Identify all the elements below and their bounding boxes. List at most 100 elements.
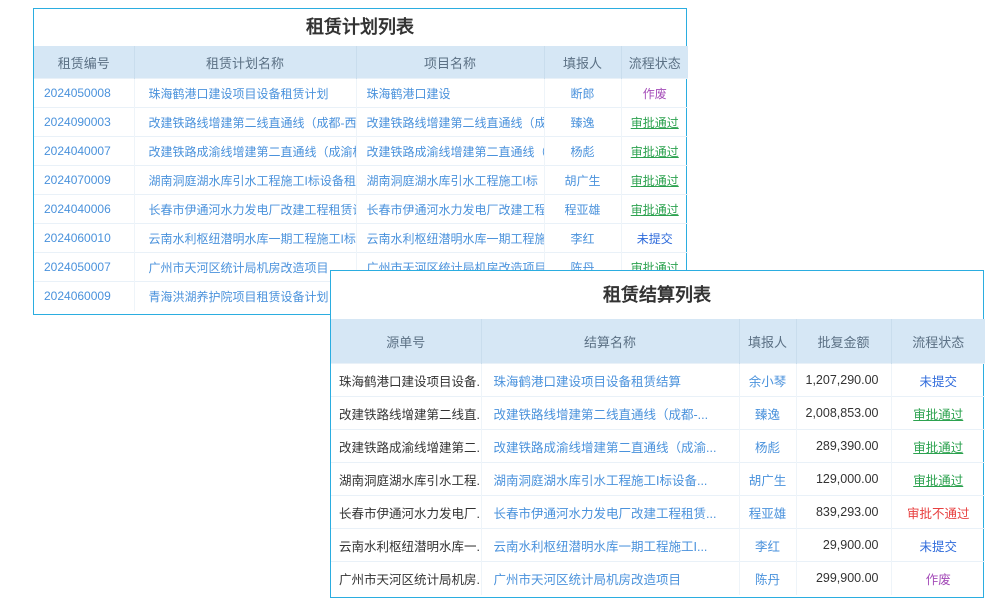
reporter-link[interactable]: 李红 xyxy=(739,529,796,562)
approved-amount-cell: 29,900.00 xyxy=(796,529,891,562)
project-name-link[interactable]: 云南水利枢纽潜明水库一期工程施工I标 xyxy=(356,224,544,253)
plan-table-row: 2024090003 改建铁路线增建第二线直通线（成都-西安... 改建铁路线增… xyxy=(34,108,688,137)
plan-name-link[interactable]: 湖南洞庭湖水库引水工程施工I标设备租赁... xyxy=(134,166,356,195)
plan-table-row: 2024040007 改建铁路成渝线增建第二直通线（成渝枢... 改建铁路成渝线… xyxy=(34,137,688,166)
settlement-table-row: 长春市伊通河水力发电厂... 长春市伊通河水力发电厂改建工程租赁... 程亚雄 … xyxy=(331,496,985,529)
project-name-link[interactable]: 湖南洞庭湖水库引水工程施工I标 xyxy=(356,166,544,195)
flow-status-label: 未提交 xyxy=(891,529,985,562)
column-header-flow-status: 流程状态 xyxy=(891,319,985,364)
plan-code-link[interactable]: 2024040006 xyxy=(34,195,134,224)
settlement-table-row: 湖南洞庭湖水库引水工程... 湖南洞庭湖水库引水工程施工I标设备... 胡广生 … xyxy=(331,463,985,496)
reporter-link[interactable]: 余小琴 xyxy=(739,364,796,397)
plan-table-row: 2024040006 长春市伊通河水力发电厂改建工程租赁设... 长春市伊通河水… xyxy=(34,195,688,224)
flow-status-label[interactable]: 审批通过 xyxy=(891,463,985,496)
column-header-plan-code: 租赁编号 xyxy=(34,46,134,79)
rental-plan-list-title: 租赁计划列表 xyxy=(34,9,686,46)
plan-code-link[interactable]: 2024060010 xyxy=(34,224,134,253)
flow-status-label[interactable]: 审批通过 xyxy=(621,195,688,224)
settlement-table-row: 改建铁路线增建第二线直... 改建铁路线增建第二线直通线（成都-... 臻逸 2… xyxy=(331,397,985,430)
source-code-cell: 湖南洞庭湖水库引水工程... xyxy=(331,463,481,496)
source-code-cell: 改建铁路线增建第二线直... xyxy=(331,397,481,430)
flow-status-label: 作废 xyxy=(891,562,985,595)
flow-status-label[interactable]: 审批通过 xyxy=(621,108,688,137)
column-header-flow-status: 流程状态 xyxy=(621,46,688,79)
flow-status-label: 作废 xyxy=(621,79,688,108)
plan-table-header-row: 租赁编号 租赁计划名称 项目名称 填报人 流程状态 xyxy=(34,46,688,79)
approved-amount-cell: 289,390.00 xyxy=(796,430,891,463)
project-name-link[interactable]: 改建铁路成渝线增建第二直通线（成... xyxy=(356,137,544,166)
settlement-table-row: 改建铁路成渝线增建第二... 改建铁路成渝线增建第二直通线（成渝... 杨彪 2… xyxy=(331,430,985,463)
reporter-link[interactable]: 断郎 xyxy=(544,79,621,108)
settlement-name-link[interactable]: 珠海鹤港口建设项目设备租赁结算 xyxy=(481,364,739,397)
flow-status-label[interactable]: 审批通过 xyxy=(621,137,688,166)
column-header-reporter: 填报人 xyxy=(544,46,621,79)
settlement-name-link[interactable]: 广州市天河区统计局机房改造项目 xyxy=(481,562,739,595)
settlement-name-link[interactable]: 长春市伊通河水力发电厂改建工程租赁... xyxy=(481,496,739,529)
plan-name-link[interactable]: 改建铁路成渝线增建第二直通线（成渝枢... xyxy=(134,137,356,166)
approved-amount-cell: 839,293.00 xyxy=(796,496,891,529)
plan-table-row: 2024060010 云南水利枢纽潜明水库一期工程施工I标租... 云南水利枢纽… xyxy=(34,224,688,253)
source-code-cell: 长春市伊通河水力发电厂... xyxy=(331,496,481,529)
approved-amount-cell: 299,900.00 xyxy=(796,562,891,595)
plan-table-row: 2024050008 珠海鹤港口建设项目设备租赁计划 珠海鹤港口建设 断郎 作废 xyxy=(34,79,688,108)
reporter-link[interactable]: 杨彪 xyxy=(739,430,796,463)
reporter-link[interactable]: 陈丹 xyxy=(739,562,796,595)
plan-code-link[interactable]: 2024090003 xyxy=(34,108,134,137)
reporter-link[interactable]: 程亚雄 xyxy=(544,195,621,224)
plan-name-link[interactable]: 广州市天河区统计局机房改造项目 xyxy=(134,253,356,282)
flow-status-label[interactable]: 审批通过 xyxy=(891,397,985,430)
column-header-settlement-name: 结算名称 xyxy=(481,319,739,364)
settlement-name-link[interactable]: 湖南洞庭湖水库引水工程施工I标设备... xyxy=(481,463,739,496)
flow-status-label: 未提交 xyxy=(621,224,688,253)
reporter-link[interactable]: 杨彪 xyxy=(544,137,621,166)
settlement-table-header-row: 源单号 结算名称 填报人 批复金额 流程状态 xyxy=(331,319,985,364)
settlement-name-link[interactable]: 云南水利枢纽潜明水库一期工程施工I... xyxy=(481,529,739,562)
plan-code-link[interactable]: 2024050007 xyxy=(34,253,134,282)
approved-amount-cell: 1,207,290.00 xyxy=(796,364,891,397)
flow-status-label[interactable]: 审批通过 xyxy=(891,430,985,463)
reporter-link[interactable]: 胡广生 xyxy=(739,463,796,496)
rental-settlement-list-card: 租赁结算列表 源单号 结算名称 填报人 批复金额 流程状态 珠海鹤港口建设项目设… xyxy=(330,270,984,598)
column-header-project-name: 项目名称 xyxy=(356,46,544,79)
reporter-link[interactable]: 程亚雄 xyxy=(739,496,796,529)
source-code-cell: 珠海鹤港口建设项目设备... xyxy=(331,364,481,397)
project-name-link[interactable]: 珠海鹤港口建设 xyxy=(356,79,544,108)
reporter-link[interactable]: 胡广生 xyxy=(544,166,621,195)
reporter-link[interactable]: 臻逸 xyxy=(544,108,621,137)
settlement-name-link[interactable]: 改建铁路线增建第二线直通线（成都-... xyxy=(481,397,739,430)
settlement-table-row: 珠海鹤港口建设项目设备... 珠海鹤港口建设项目设备租赁结算 余小琴 1,207… xyxy=(331,364,985,397)
flow-status-label: 审批不通过 xyxy=(891,496,985,529)
column-header-reporter: 填报人 xyxy=(739,319,796,364)
plan-code-link[interactable]: 2024040007 xyxy=(34,137,134,166)
plan-code-link[interactable]: 2024050008 xyxy=(34,79,134,108)
rental-plan-list-card: 租赁计划列表 租赁编号 租赁计划名称 项目名称 填报人 流程状态 2024050… xyxy=(33,8,687,315)
source-code-cell: 云南水利枢纽潜明水库一... xyxy=(331,529,481,562)
settlement-table-body: 珠海鹤港口建设项目设备... 珠海鹤港口建设项目设备租赁结算 余小琴 1,207… xyxy=(331,364,985,595)
plan-code-link[interactable]: 2024060009 xyxy=(34,282,134,311)
plan-name-link[interactable]: 青海洪湖养护院项目租赁设备计划 xyxy=(134,282,356,311)
approved-amount-cell: 129,000.00 xyxy=(796,463,891,496)
plan-table-row: 2024070009 湖南洞庭湖水库引水工程施工I标设备租赁... 湖南洞庭湖水… xyxy=(34,166,688,195)
source-code-cell: 广州市天河区统计局机房... xyxy=(331,562,481,595)
approved-amount-cell: 2,008,853.00 xyxy=(796,397,891,430)
settlement-table-row: 广州市天河区统计局机房... 广州市天河区统计局机房改造项目 陈丹 299,90… xyxy=(331,562,985,595)
plan-code-link[interactable]: 2024070009 xyxy=(34,166,134,195)
settlement-name-link[interactable]: 改建铁路成渝线增建第二直通线（成渝... xyxy=(481,430,739,463)
flow-status-label: 未提交 xyxy=(891,364,985,397)
plan-name-link[interactable]: 云南水利枢纽潜明水库一期工程施工I标租... xyxy=(134,224,356,253)
column-header-plan-name: 租赁计划名称 xyxy=(134,46,356,79)
page: { "plan_table": { "title": "租赁计划列表", "co… xyxy=(0,0,1000,600)
plan-name-link[interactable]: 长春市伊通河水力发电厂改建工程租赁设... xyxy=(134,195,356,224)
flow-status-label[interactable]: 审批通过 xyxy=(621,166,688,195)
project-name-link[interactable]: 长春市伊通河水力发电厂改建工程 xyxy=(356,195,544,224)
rental-settlement-table: 源单号 结算名称 填报人 批复金额 流程状态 珠海鹤港口建设项目设备... 珠海… xyxy=(331,319,985,595)
reporter-link[interactable]: 李红 xyxy=(544,224,621,253)
column-header-source-code: 源单号 xyxy=(331,319,481,364)
source-code-cell: 改建铁路成渝线增建第二... xyxy=(331,430,481,463)
settlement-table-row: 云南水利枢纽潜明水库一... 云南水利枢纽潜明水库一期工程施工I... 李红 2… xyxy=(331,529,985,562)
plan-name-link[interactable]: 珠海鹤港口建设项目设备租赁计划 xyxy=(134,79,356,108)
column-header-approved-amount: 批复金额 xyxy=(796,319,891,364)
project-name-link[interactable]: 改建铁路线增建第二线直通线（成都-... xyxy=(356,108,544,137)
reporter-link[interactable]: 臻逸 xyxy=(739,397,796,430)
plan-name-link[interactable]: 改建铁路线增建第二线直通线（成都-西安... xyxy=(134,108,356,137)
